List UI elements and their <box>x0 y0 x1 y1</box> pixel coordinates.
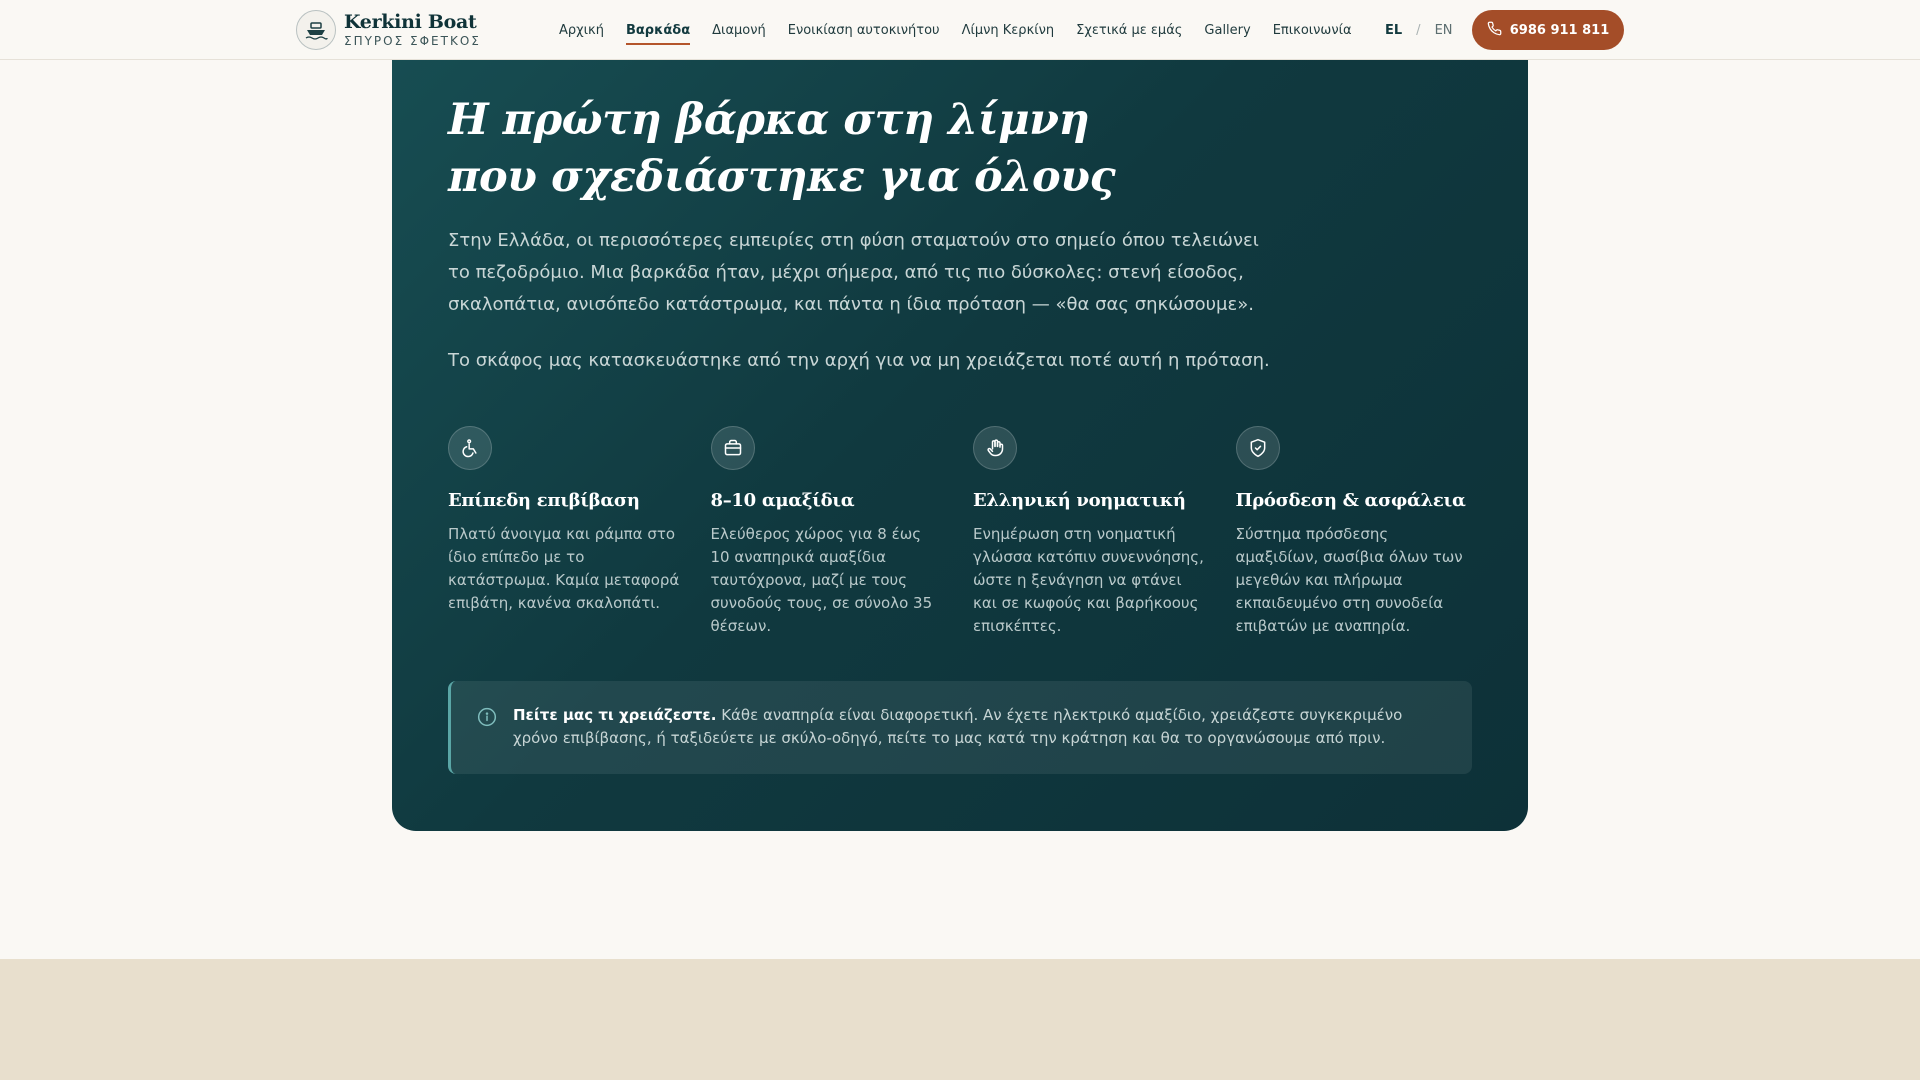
lang-en-link[interactable]: EN <box>1435 23 1453 38</box>
intro-paragraph: Στην Ελλάδα, οι περισσότερες εμπειρίες σ… <box>448 230 1259 315</box>
callout-bold-text: Πείτε μας τι χρειάζεστε. <box>513 706 717 724</box>
main-nav: Αρχική Βαρκάδα Διαμονή Ενοικίαση αυτοκιν… <box>559 0 1374 60</box>
footer-band <box>0 959 1920 1080</box>
shield-check-icon <box>1235 426 1280 470</box>
feature-item-level-boarding: Επίπεδη επιβίβαση Πλατύ άνοιγμα και ράμπ… <box>448 426 711 638</box>
feature-description: Σύστημα πρόσδεσης αμαξιδίων, σωσίβια όλω… <box>1235 525 1463 635</box>
feature-description: Ενημέρωση στη νοηματική γλώσσα κατόπιν σ… <box>973 525 1204 635</box>
feature-description: Ελεύθερος χώρος για 8 έως 10 αναπηρικά α… <box>710 525 933 635</box>
headline-line-2: που σχεδιάστηκε για όλους <box>448 152 1116 202</box>
nav-item-car-rental[interactable]: Ενοικίαση αυτοκινήτου <box>788 19 940 42</box>
nav-item-gallery[interactable]: Gallery <box>1204 19 1250 42</box>
headline-line-1: Η πρώτη βάρκα στη λίμνη <box>448 95 1090 145</box>
nav-item-accommodation[interactable]: Διαμονή <box>712 19 766 42</box>
wheelchair-icon <box>448 426 492 470</box>
info-icon <box>477 707 497 727</box>
brand-subtitle: ΣΠΥΡΟΣ ΣΦΕΤΚΟΣ <box>344 34 481 48</box>
phone-call-button[interactable]: 6986 911 811 <box>1472 10 1624 50</box>
info-callout: Πείτε μας τι χρειάζεστε. Κάθε αναπηρία ε… <box>448 681 1472 774</box>
nav-item-home[interactable]: Αρχική <box>559 19 604 42</box>
feature-title: 8–10 αμαξίδια <box>710 490 855 511</box>
boat-logo-icon <box>296 10 336 50</box>
feature-item-wheelchairs: 8–10 αμαξίδια Ελεύθερος χώρος για 8 έως … <box>710 426 974 638</box>
section-headline: Η πρώτη βάρκα στη λίμνη που σχεδιάστηκε … <box>448 92 1148 206</box>
phone-icon <box>1487 21 1502 40</box>
feature-description: Πλατύ άνοιγμα και ράμπα στο ίδιο επίπεδο… <box>448 525 680 612</box>
nav-item-boat-trip[interactable]: Βαρκάδα <box>625 19 691 45</box>
briefcase-icon <box>710 426 755 470</box>
secondary-paragraph: Το σκάφος μας κατασκευάστηκε από την αρχ… <box>448 350 1270 371</box>
lang-el-link[interactable]: EL <box>1385 23 1402 38</box>
language-switcher: EL / EN <box>1385 0 1453 60</box>
nav-item-contact[interactable]: Επικοινωνία <box>1273 19 1352 42</box>
lang-separator: / <box>1416 22 1421 38</box>
nav-item-about[interactable]: Σχετικά με εμάς <box>1076 19 1182 42</box>
brand-logo-link[interactable]: Kerkini Boat ΣΠΥΡΟΣ ΣΦΕΤΚΟΣ <box>296 10 481 50</box>
nav-item-lake-kerkini[interactable]: Λίμνη Κερκίνη <box>962 19 1055 42</box>
feature-item-safety: Πρόσδεση & ασφάλεια Σύστημα πρόσδεσης αμ… <box>1235 426 1499 638</box>
phone-number: 6986 911 811 <box>1509 22 1610 38</box>
site-header: Kerkini Boat ΣΠΥΡΟΣ ΣΦΕΤΚΟΣ Αρχική Βαρκά… <box>0 0 1920 60</box>
feature-item-sign-language: Ελληνική νοηματική Ενημέρωση στη νοηματι… <box>973 426 1236 638</box>
features-list: Επίπεδη επιβίβαση Πλατύ άνοιγμα και ράμπ… <box>448 426 1498 638</box>
feature-title: Ελληνική νοηματική <box>973 490 1186 511</box>
brand-name: Kerkini Boat <box>344 11 477 33</box>
feature-title: Πρόσδεση & ασφάλεια <box>1235 490 1466 511</box>
hand-icon <box>973 426 1017 470</box>
accessible-boat-section: Η πρώτη βάρκα στη λίμνη που σχεδιάστηκε … <box>392 60 1528 831</box>
feature-title: Επίπεδη επιβίβαση <box>448 490 640 511</box>
